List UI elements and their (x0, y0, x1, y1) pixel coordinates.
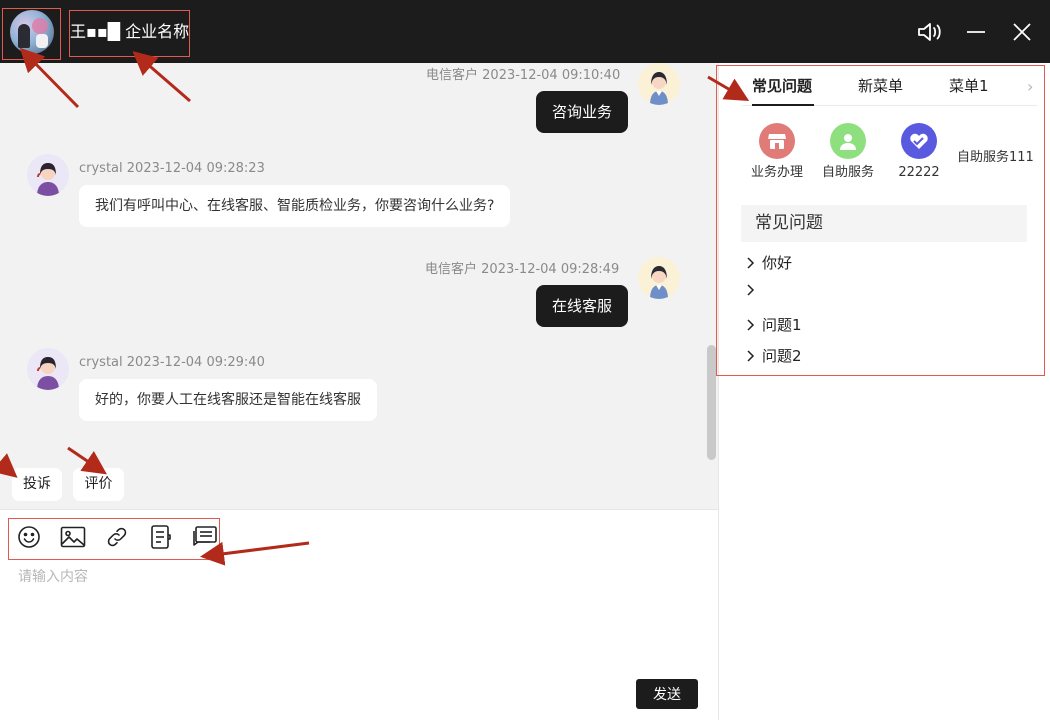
service-label: 自助服务 (821, 165, 874, 180)
tab-next-icon[interactable]: › (1027, 77, 1033, 97)
ticket-icon[interactable] (148, 524, 174, 550)
message-meta: 电信客户 2023-12-04 09:28:49 (425, 262, 620, 277)
minimize-icon[interactable] (962, 18, 990, 46)
faq-item[interactable]: 你好 (744, 253, 792, 273)
message-meta: crystal 2023-12-04 09:28:23 (79, 161, 265, 176)
send-button[interactable]: 发送 (636, 679, 698, 709)
tab-menu1[interactable]: 菜单1 (949, 75, 989, 97)
input-divider (0, 509, 718, 510)
message-input[interactable] (18, 566, 698, 666)
tab-new-menu[interactable]: 新菜单 (858, 75, 903, 97)
chevron-right-icon (744, 257, 756, 269)
title-bar: 王▪▪█ 企业名称 (0, 0, 1050, 63)
service-label: 业务办理 (750, 165, 803, 180)
faq-title: 常见问题 (741, 205, 1027, 242)
message-bubble: 咨询业务 (536, 91, 629, 133)
service-22222[interactable]: 22222 (884, 123, 954, 181)
image-icon[interactable] (60, 524, 86, 550)
shop-icon (759, 123, 795, 159)
faq-item[interactable] (744, 284, 762, 296)
faq-item[interactable]: 问题1 (744, 315, 802, 335)
quick-reply-icon[interactable] (192, 524, 218, 550)
faq-item[interactable]: 问题2 (744, 346, 802, 366)
service-self-111[interactable]: 自助服务111 (957, 146, 1034, 165)
active-tab-indicator (752, 104, 814, 106)
chevron-right-icon (744, 319, 756, 331)
close-icon[interactable] (1008, 18, 1036, 46)
message-bubble: 好的，你要人工在线客服还是智能在线客服 (79, 379, 377, 421)
message-bubble: 在线客服 (536, 285, 629, 327)
message-meta: crystal 2023-12-04 09:29:40 (79, 355, 265, 370)
panel-divider (718, 63, 719, 720)
service-business[interactable]: 业务办理 (742, 123, 812, 181)
tab-faq[interactable]: 常见问题 (752, 75, 812, 97)
emoji-icon[interactable] (16, 524, 42, 550)
chat-scrollbar[interactable] (707, 345, 716, 460)
chat-history[interactable]: 电信客户 2023-12-04 09:10:40 咨询业务 crystal 20… (0, 63, 718, 509)
rate-button[interactable]: 评价 (73, 468, 124, 501)
user-icon (830, 123, 866, 159)
chevron-right-icon (744, 284, 756, 296)
service-self[interactable]: 自助服务 (813, 123, 883, 181)
complaint-button[interactable]: 投诉 (12, 468, 62, 501)
speaker-icon[interactable] (916, 18, 944, 46)
link-icon[interactable] (104, 524, 130, 550)
agent-avatar (27, 154, 69, 196)
company-name: 王▪▪█ 企业名称 (70, 22, 190, 41)
customer-avatar (638, 63, 680, 105)
company-avatar[interactable] (10, 10, 54, 54)
agent-avatar (27, 348, 69, 390)
customer-avatar (638, 257, 680, 299)
message-meta: 电信客户 2023-12-04 09:10:40 (426, 68, 621, 83)
chevron-right-icon (744, 350, 756, 362)
service-label: 22222 (898, 165, 940, 180)
heart-icon (901, 123, 937, 159)
tab-prev-icon[interactable]: ‹ (732, 77, 738, 97)
message-bubble: 我们有呼叫中心、在线客服、智能质检业务，你要咨询什么业务? (79, 185, 511, 227)
input-toolbar (16, 524, 218, 550)
